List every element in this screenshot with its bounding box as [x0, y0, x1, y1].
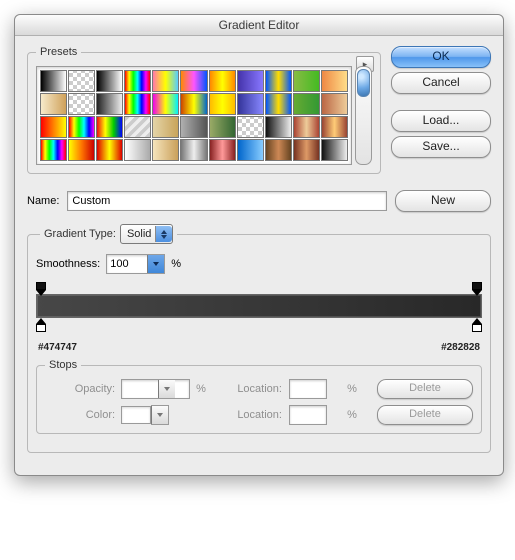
preset-swatch[interactable]: [237, 116, 264, 138]
preset-swatch[interactable]: [96, 139, 123, 161]
preset-swatch[interactable]: [265, 93, 292, 115]
preset-swatch[interactable]: [40, 139, 67, 161]
preset-swatch[interactable]: [293, 70, 320, 92]
name-label: Name:: [27, 195, 59, 207]
color-label: Color:: [45, 409, 115, 421]
dropdown-arrow-icon[interactable]: [147, 255, 164, 273]
preset-swatch[interactable]: [209, 70, 236, 92]
preset-swatch[interactable]: [209, 139, 236, 161]
dropdown-arrow-icon: [151, 406, 168, 424]
percent-label: %: [347, 409, 371, 421]
dropdown-arrows-icon: [155, 226, 172, 242]
save-button[interactable]: Save...: [391, 136, 491, 158]
preset-swatch[interactable]: [152, 116, 179, 138]
preset-swatch[interactable]: [152, 70, 179, 92]
opacity-stop-left[interactable]: [36, 282, 46, 296]
percent-label: %: [171, 258, 181, 270]
smoothness-field[interactable]: [106, 254, 165, 274]
color-swatch: [121, 406, 151, 424]
preset-swatch[interactable]: [152, 93, 179, 115]
preset-swatch[interactable]: [68, 139, 95, 161]
preset-swatch[interactable]: [321, 93, 348, 115]
smoothness-input[interactable]: [107, 255, 147, 273]
preset-swatch[interactable]: [209, 93, 236, 115]
preset-swatch[interactable]: [40, 70, 67, 92]
preset-swatch[interactable]: [321, 139, 348, 161]
opacity-field: [121, 379, 190, 399]
preset-swatch[interactable]: [96, 93, 123, 115]
location-label: Location:: [226, 409, 282, 421]
preset-swatch[interactable]: [68, 70, 95, 92]
preset-swatch[interactable]: [180, 93, 207, 115]
gradient-type-value: Solid: [127, 228, 151, 240]
preset-swatch[interactable]: [40, 116, 67, 138]
preset-swatch[interactable]: [265, 116, 292, 138]
preset-swatch[interactable]: [237, 93, 264, 115]
color-location-field: [289, 405, 327, 425]
opacity-input: [122, 380, 158, 398]
ok-button[interactable]: OK: [391, 46, 491, 68]
preset-swatch[interactable]: [96, 116, 123, 138]
preset-swatch[interactable]: [96, 70, 123, 92]
gradient-preview-bar[interactable]: [36, 294, 482, 318]
opacity-label: Opacity:: [45, 383, 115, 395]
left-hex-value: #474747: [38, 342, 77, 353]
color-stop-rail[interactable]: [36, 318, 482, 330]
delete-opacity-button: Delete: [377, 379, 473, 399]
opacity-location-input: [290, 380, 326, 398]
scrollbar-thumb[interactable]: [357, 69, 370, 97]
preset-swatch[interactable]: [237, 139, 264, 161]
preset-swatch[interactable]: [124, 70, 151, 92]
preset-swatch[interactable]: [40, 93, 67, 115]
preset-swatch[interactable]: [321, 70, 348, 92]
preset-scrollbar[interactable]: [355, 66, 372, 165]
smoothness-label: Smoothness:: [36, 258, 100, 270]
location-label: Location:: [226, 383, 282, 395]
color-menu: [151, 405, 169, 425]
preset-swatch[interactable]: [124, 116, 151, 138]
preset-swatch[interactable]: [124, 93, 151, 115]
preset-swatch[interactable]: [293, 139, 320, 161]
stops-group: Stops Opacity: % Location: % Delete Colo…: [36, 359, 482, 434]
load-button[interactable]: Load...: [391, 110, 491, 132]
right-hex-value: #282828: [441, 342, 480, 353]
gradient-type-select[interactable]: Solid: [120, 224, 173, 244]
preset-swatch[interactable]: [152, 139, 179, 161]
presets-group: Presets ▸: [27, 46, 381, 174]
preset-swatch[interactable]: [265, 139, 292, 161]
delete-color-button: Delete: [377, 405, 473, 425]
opacity-stop-rail[interactable]: [36, 282, 482, 294]
gradient-editor-window: Gradient Editor Presets ▸ OK Cancel: [14, 14, 504, 476]
gradient-type-label: Gradient Type:: [44, 228, 116, 240]
preset-swatch[interactable]: [124, 139, 151, 161]
dropdown-arrow-icon: [158, 380, 175, 398]
preset-swatch[interactable]: [237, 70, 264, 92]
preset-grid[interactable]: [36, 66, 352, 165]
preset-swatch[interactable]: [321, 116, 348, 138]
preset-swatch[interactable]: [68, 93, 95, 115]
color-stop-right[interactable]: [472, 318, 482, 330]
window-title: Gradient Editor: [15, 15, 503, 36]
name-input[interactable]: [67, 191, 387, 211]
percent-label: %: [347, 383, 371, 395]
cancel-button[interactable]: Cancel: [391, 72, 491, 94]
preset-swatch[interactable]: [293, 93, 320, 115]
color-location-input: [290, 406, 326, 424]
stops-legend: Stops: [45, 359, 81, 371]
preset-swatch[interactable]: [293, 116, 320, 138]
preset-swatch[interactable]: [180, 139, 207, 161]
opacity-location-field: [289, 379, 327, 399]
color-stop-left[interactable]: [36, 318, 46, 330]
opacity-stop-right[interactable]: [472, 282, 482, 296]
percent-label: %: [196, 383, 220, 395]
new-button[interactable]: New: [395, 190, 491, 212]
preset-swatch[interactable]: [68, 116, 95, 138]
preset-swatch[interactable]: [265, 70, 292, 92]
preset-swatch[interactable]: [180, 116, 207, 138]
gradient-type-group: Gradient Type: Solid Smoothness: %: [27, 224, 491, 453]
presets-legend: Presets: [36, 46, 81, 58]
preset-swatch[interactable]: [180, 70, 207, 92]
preset-swatch[interactable]: [209, 116, 236, 138]
